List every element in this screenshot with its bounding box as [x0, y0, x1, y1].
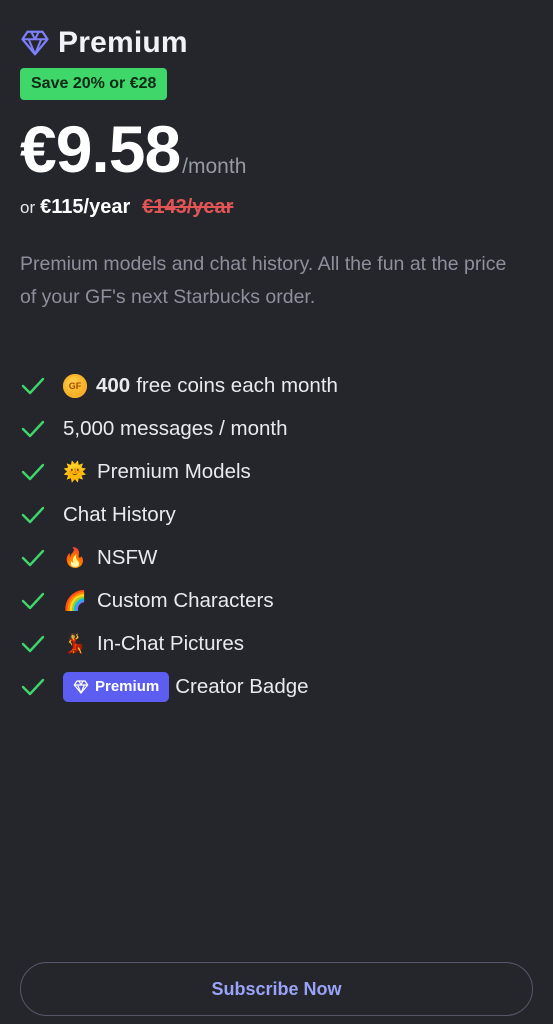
feature-label: free coins each month	[136, 373, 338, 397]
feature-in-chat-pictures: 💃 In-Chat Pictures	[20, 622, 338, 665]
feature-custom-characters: 🌈 Custom Characters	[20, 579, 338, 622]
fire-emoji-icon: 🔥	[63, 547, 87, 569]
yearly-price: €115/year	[40, 196, 131, 218]
check-icon	[21, 506, 45, 523]
feature-creator-badge: Premium Creator Badge	[20, 665, 338, 708]
check-icon	[21, 549, 45, 566]
feature-chat-history: Chat History	[20, 493, 338, 536]
feature-label: In-Chat Pictures	[97, 631, 244, 655]
feature-label: Custom Characters	[97, 588, 274, 612]
premium-badge: Premium	[63, 671, 170, 702]
price-row: €9.58 /month	[20, 110, 246, 188]
premium-plan-card: Premium Save 20% or €28 €9.58 /month or …	[0, 0, 553, 1024]
check-icon	[21, 678, 45, 695]
feature-label: Creator Badge	[175, 674, 309, 698]
pose-emoji-icon: 💃	[63, 633, 87, 655]
yearly-old-price: €143/year	[142, 196, 234, 218]
yearly-pricing: or €115/year €143/year	[20, 196, 233, 219]
feature-nsfw: 🔥 NSFW	[20, 536, 338, 579]
feature-premium-models: 🌞 Premium Models	[20, 450, 338, 493]
plan-title: Premium	[58, 26, 188, 59]
price-period: /month	[182, 155, 247, 178]
plan-description: Premium models and chat history. All the…	[20, 253, 507, 308]
feature-bold-value: 400	[96, 373, 131, 397]
premium-badge-label: Premium	[95, 678, 160, 695]
save-badge: Save 20% or €28	[20, 68, 168, 100]
check-icon	[21, 420, 45, 437]
plan-header: Premium	[20, 26, 188, 60]
rainbow-emoji-icon: 🌈	[63, 590, 87, 612]
check-icon	[21, 463, 45, 480]
gf-coin-icon: GF	[63, 373, 87, 398]
subscribe-button[interactable]: Subscribe Now	[20, 962, 533, 1016]
diamond-icon	[73, 679, 89, 694]
feature-coins: GF 400 free coins each month	[20, 364, 338, 407]
check-icon	[21, 592, 45, 609]
feature-label: 5,000 messages / month	[63, 416, 288, 440]
feature-label: NSFW	[97, 545, 158, 569]
feature-label: Premium Models	[97, 459, 251, 483]
feature-list: GF 400 free coins each month 5,000 messa…	[20, 364, 338, 708]
check-icon	[21, 635, 45, 652]
check-icon	[21, 377, 45, 394]
or-text: or	[20, 198, 36, 217]
sun-emoji-icon: 🌞	[63, 461, 87, 483]
monthly-price: €9.58	[20, 112, 181, 186]
feature-messages: 5,000 messages / month	[20, 407, 338, 450]
diamond-icon	[21, 30, 49, 56]
feature-label: Chat History	[63, 502, 176, 526]
